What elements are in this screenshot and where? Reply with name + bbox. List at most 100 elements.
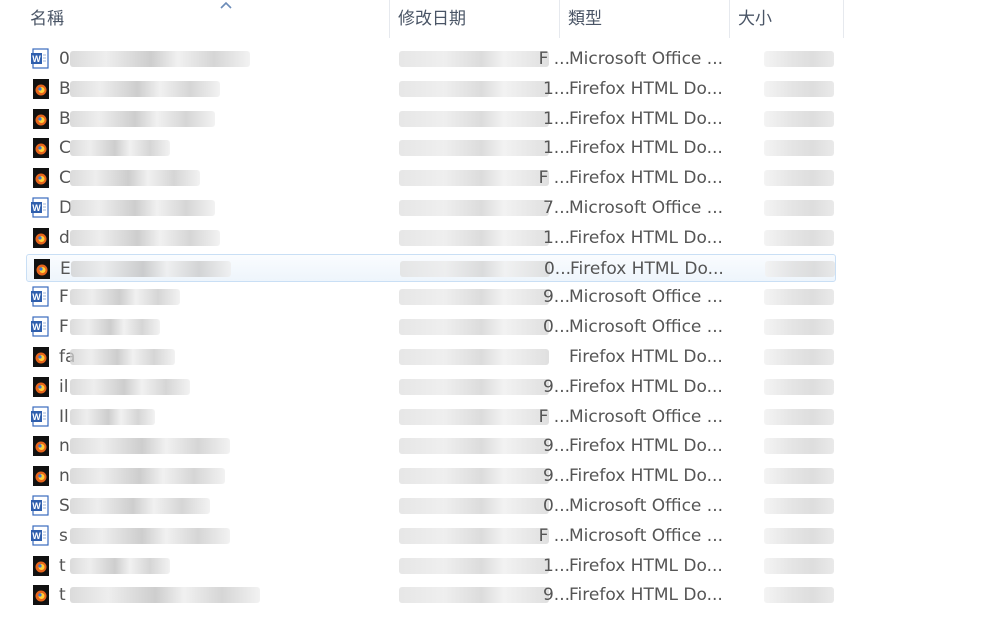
column-header-name-label: 名稱: [30, 9, 64, 29]
svg-text:W: W: [32, 203, 41, 213]
column-header-size[interactable]: 大小: [730, 0, 844, 38]
file-date-suffix: 1...: [542, 138, 570, 159]
firefox-html-icon: [30, 465, 52, 487]
file-row[interactable]: B 1... Firefox HTML Do...: [26, 105, 836, 133]
file-date-suffix: 9...: [542, 287, 570, 308]
redacted-name-blur: [70, 557, 170, 574]
column-header-modified-label: 修改日期: [398, 9, 466, 29]
firefox-html-icon: [30, 376, 52, 398]
file-row[interactable]: W S 0... Microsoft Office ...: [26, 492, 836, 520]
redacted-size-blur: [764, 319, 834, 336]
redacted-name-blur: [70, 229, 220, 246]
file-type: Firefox HTML Do...: [569, 376, 723, 397]
file-date-suffix: F ...: [538, 525, 570, 546]
redacted-name-blur: [70, 319, 160, 336]
redacted-name-blur: [70, 468, 225, 485]
word-document-icon: W: [30, 286, 52, 308]
redacted-size-blur: [765, 260, 835, 277]
redacted-size-blur: [764, 527, 834, 544]
firefox-html-icon: [30, 435, 52, 457]
svg-text:W: W: [32, 322, 41, 332]
file-row[interactable]: n 9... Firefox HTML Do...: [26, 462, 836, 490]
firefox-html-icon: [30, 78, 52, 100]
file-date-suffix: 9...: [542, 585, 570, 606]
redacted-name-blur: [70, 140, 170, 157]
redacted-size-blur: [764, 229, 834, 246]
file-date-suffix: [500, 343, 570, 371]
redacted-name-blur: [70, 289, 180, 306]
file-type: Firefox HTML Do...: [569, 466, 723, 487]
file-date-suffix: 1...: [542, 108, 570, 129]
redacted-name-blur: [70, 527, 230, 544]
file-row[interactable]: t 1... Firefox HTML Do...: [26, 552, 836, 580]
file-row[interactable]: fa Firefox HTML Do...: [26, 343, 836, 371]
redacted-name-blur: [70, 200, 215, 216]
redacted-name-blur: [71, 260, 231, 277]
redacted-size-blur: [764, 200, 834, 216]
redacted-size-blur: [764, 438, 834, 455]
word-document-icon: W: [30, 197, 52, 219]
file-row[interactable]: W F 9... Microsoft Office ...: [26, 283, 836, 311]
svg-text:W: W: [32, 531, 41, 541]
column-header-name[interactable]: 名稱: [22, 0, 390, 38]
file-date-suffix: 0...: [542, 317, 570, 338]
file-row[interactable]: B 1... Firefox HTML Do...: [26, 75, 836, 103]
firefox-html-icon: [30, 555, 52, 577]
redacted-size-blur: [764, 498, 834, 514]
file-type: Microsoft Office ...: [569, 525, 724, 546]
file-date-suffix: 7...: [542, 198, 570, 218]
file-type: Microsoft Office ...: [569, 198, 724, 218]
redacted-size-blur: [764, 51, 834, 67]
column-header-size-label: 大小: [738, 9, 772, 29]
file-row[interactable]: E 0... Firefox HTML Do...: [26, 253, 836, 282]
column-header-modified[interactable]: 修改日期: [390, 0, 560, 38]
file-row[interactable]: C 1... Firefox HTML Do...: [26, 134, 836, 162]
svg-text:W: W: [32, 292, 41, 302]
file-date-suffix: F ...: [538, 49, 570, 69]
file-row[interactable]: n 9... Firefox HTML Do...: [26, 432, 836, 460]
file-type: Firefox HTML Do...: [570, 258, 724, 279]
redacted-size-blur: [764, 468, 834, 485]
file-date-suffix: 9...: [542, 376, 570, 397]
file-date-suffix: F ...: [538, 406, 570, 427]
word-document-icon: W: [30, 405, 52, 428]
word-document-icon: W: [30, 316, 52, 338]
redacted-name-blur: [70, 498, 210, 514]
redacted-size-blur: [764, 289, 834, 306]
file-row[interactable]: W F 0... Microsoft Office ...: [26, 313, 836, 341]
redacted-size-blur: [764, 378, 834, 395]
file-date-suffix: 1...: [542, 555, 570, 576]
file-row[interactable]: W D 7... Microsoft Office ...: [26, 194, 836, 222]
file-row[interactable]: WsF ... Microsoft Office ...: [26, 522, 836, 550]
file-type: Firefox HTML Do...: [569, 168, 723, 189]
file-row[interactable]: t 9... Firefox HTML Do...: [26, 581, 836, 609]
firefox-html-icon: [30, 137, 52, 159]
redacted-size-blur: [764, 140, 834, 157]
firefox-html-icon: [30, 346, 52, 368]
word-document-icon: W: [30, 525, 52, 547]
file-type: Microsoft Office ...: [569, 287, 724, 308]
redacted-name-blur: [70, 110, 215, 127]
firefox-html-icon: [30, 108, 52, 130]
svg-text:W: W: [32, 412, 41, 422]
redacted-size-blur: [764, 587, 834, 604]
file-row[interactable]: W0F ... Microsoft Office ...: [26, 45, 836, 73]
column-header-type[interactable]: 類型: [560, 0, 730, 38]
redacted-name-blur: [70, 51, 250, 67]
column-header-type-label: 類型: [568, 9, 602, 29]
redacted-size-blur: [764, 110, 834, 127]
redacted-name-blur: [70, 80, 220, 97]
file-row[interactable]: CF ... Firefox HTML Do...: [26, 164, 836, 192]
firefox-html-icon: [31, 258, 53, 280]
file-row[interactable]: W Il F ... Microsoft Office ...: [26, 403, 836, 431]
file-row[interactable]: d 1... Firefox HTML Do...: [26, 224, 836, 252]
file-type: Microsoft Office ...: [569, 406, 724, 427]
file-type: Firefox HTML Do...: [569, 138, 723, 159]
redacted-name-blur: [70, 349, 175, 365]
redacted-name-blur: [70, 170, 200, 187]
file-type: Microsoft Office ...: [569, 317, 724, 338]
file-date-suffix: 0...: [542, 496, 570, 516]
svg-text:W: W: [32, 501, 41, 511]
file-row[interactable]: il 9... Firefox HTML Do...: [26, 373, 836, 401]
file-type: Microsoft Office ...: [569, 496, 724, 516]
